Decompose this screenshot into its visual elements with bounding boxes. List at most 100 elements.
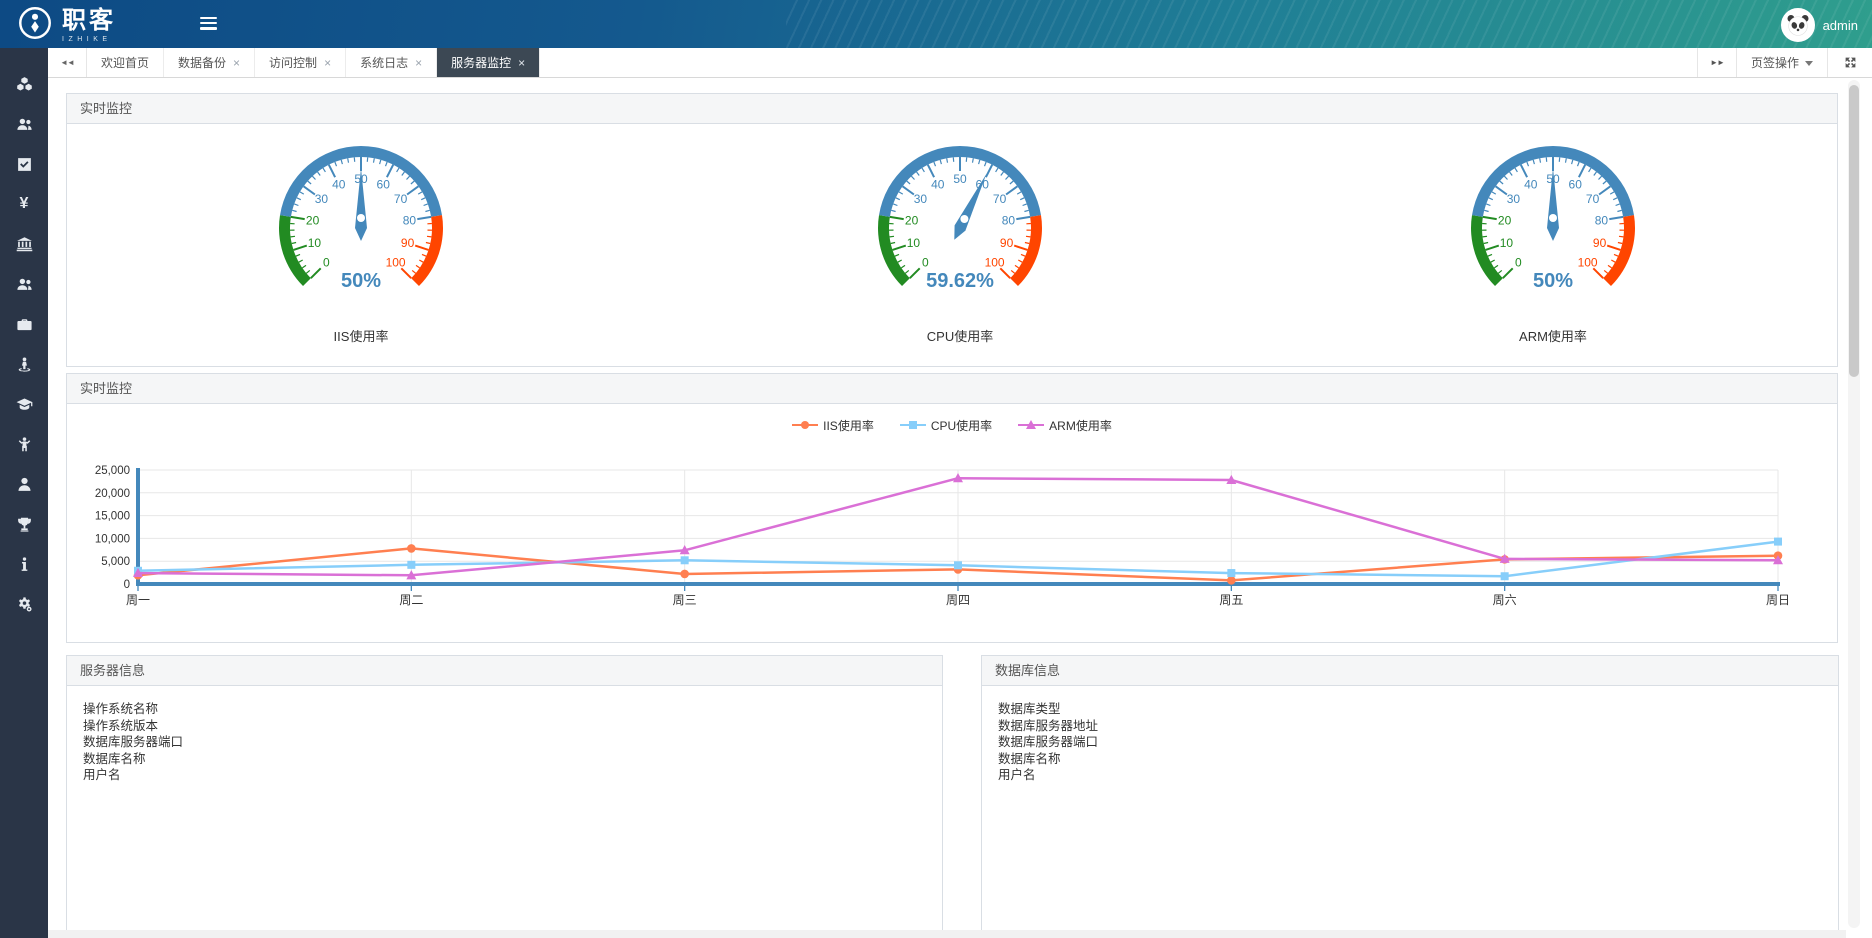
close-tab-icon[interactable]: ×	[518, 57, 525, 69]
sidebar-item-1[interactable]	[0, 104, 48, 144]
sidebar-item-13[interactable]	[0, 584, 48, 624]
tab-actions-label: 页签操作	[1751, 54, 1799, 71]
svg-text:20,000: 20,000	[95, 488, 130, 500]
sidebar-item-11[interactable]	[0, 504, 48, 544]
trophy-icon	[16, 516, 33, 533]
panel-title: 服务器信息	[67, 656, 942, 686]
panel-title: 实时监控	[67, 94, 1837, 124]
circle-marker-icon	[801, 421, 809, 429]
tab-actions-dropdown[interactable]: 页签操作	[1736, 48, 1827, 77]
legend-item-0[interactable]: IIS使用率	[792, 417, 874, 434]
tab-2[interactable]: 访问控制×	[255, 48, 346, 77]
sidebar-item-2[interactable]	[0, 144, 48, 184]
triangle-marker-icon	[1026, 420, 1036, 429]
check-square-icon	[16, 156, 33, 173]
svg-text:40: 40	[931, 177, 945, 191]
legend-item-2[interactable]: ARM使用率	[1018, 417, 1112, 434]
tab-4[interactable]: 服务器监控 ×	[437, 48, 540, 77]
svg-text:25,000: 25,000	[95, 465, 130, 477]
close-tab-icon[interactable]: ×	[415, 57, 422, 69]
server-info-field-2: 数据库服务器端口	[83, 734, 926, 751]
svg-text:100: 100	[985, 256, 1005, 270]
sidebar: ¥	[0, 48, 48, 938]
svg-text:周一: 周一	[126, 593, 150, 607]
sidebar-item-3[interactable]: ¥	[0, 184, 48, 224]
database-info-list: 数据库类型数据库服务器地址数据库服务器端口数据库名称用户名	[982, 686, 1838, 799]
users-icon	[16, 116, 33, 133]
database-info-field-0: 数据库类型	[998, 701, 1822, 718]
sidebar-toggle-button[interactable]	[200, 14, 222, 34]
panel-title: 实时监控	[67, 374, 1837, 404]
panel-realtime-gauges: 实时监控 010203040506070809010050%IIS使用率0102…	[66, 93, 1838, 367]
svg-text:周日: 周日	[1766, 593, 1790, 607]
svg-text:90: 90	[1593, 236, 1607, 250]
expand-arrows-icon	[1844, 56, 1857, 69]
server-info-field-1: 操作系统版本	[83, 718, 926, 735]
vertical-scrollbar-thumb[interactable]	[1849, 85, 1859, 377]
sidebar-item-5[interactable]	[0, 264, 48, 304]
vertical-scrollbar[interactable]	[1848, 80, 1860, 928]
cogs-icon	[16, 596, 33, 613]
panel-server-info: 服务器信息 操作系统名称操作系统版本数据库服务器端口数据库名称用户名	[66, 655, 943, 933]
svg-text:10,000: 10,000	[95, 533, 130, 545]
tab-label: 服务器监控	[451, 54, 511, 71]
gauge-title: ARM使用率	[1393, 326, 1713, 345]
tab-label: 欢迎首页	[101, 54, 149, 71]
sidebar-item-8[interactable]	[0, 384, 48, 424]
tab-1[interactable]: 数据备份×	[164, 48, 255, 77]
close-tab-icon[interactable]: ×	[233, 57, 240, 69]
sidebar-item-4[interactable]	[0, 224, 48, 264]
server-info-field-3: 数据库名称	[83, 751, 926, 768]
gauge-chart: 010203040506070809010059.62%	[850, 136, 1070, 302]
panel-database-info: 数据库信息 数据库类型数据库服务器地址数据库服务器端口数据库名称用户名	[981, 655, 1839, 933]
svg-text:40: 40	[332, 177, 346, 191]
svg-text:70: 70	[1586, 192, 1600, 206]
sidebar-item-6[interactable]	[0, 304, 48, 344]
svg-text:周二: 周二	[399, 593, 423, 607]
database-info-field-1: 数据库服务器地址	[998, 718, 1822, 735]
horizontal-scrollbar[interactable]	[48, 930, 1846, 938]
svg-text:0: 0	[323, 256, 330, 270]
sidebar-item-7[interactable]	[0, 344, 48, 384]
tabs-scroll-right-button[interactable]: ►►	[1697, 48, 1736, 77]
tabs-scroll-left-button[interactable]: ◄◄	[48, 48, 87, 77]
panel-realtime-chart: 实时监控 IIS使用率CPU使用率ARM使用率 05,00010,00015,0…	[66, 373, 1838, 643]
logo-subtitle: IZHIKE	[62, 36, 116, 43]
database-info-field-2: 数据库服务器端口	[998, 734, 1822, 751]
svg-text:20: 20	[905, 213, 919, 227]
database-info-field-3: 数据库名称	[998, 751, 1822, 768]
svg-text:30: 30	[315, 192, 329, 206]
sidebar-item-0[interactable]	[0, 64, 48, 104]
chevron-down-icon	[1805, 61, 1813, 66]
sidebar-item-9[interactable]	[0, 424, 48, 464]
svg-text:10: 10	[308, 236, 322, 250]
sidebar-item-10[interactable]	[0, 464, 48, 504]
svg-text:90: 90	[1000, 236, 1014, 250]
gauge-title: CPU使用率	[800, 326, 1120, 345]
svg-text:周六: 周六	[1493, 593, 1517, 607]
close-tab-icon[interactable]: ×	[324, 57, 331, 69]
gauge-value: 59.62%	[926, 270, 994, 292]
svg-text:15,000: 15,000	[95, 511, 130, 523]
svg-text:60: 60	[1569, 177, 1583, 191]
fullscreen-button[interactable]	[1827, 48, 1872, 77]
database-info-field-4: 用户名	[998, 767, 1822, 784]
user-menu[interactable]: admin	[1781, 8, 1858, 42]
users-icon	[16, 276, 33, 293]
briefcase-icon	[16, 316, 33, 333]
gauge-1: 010203040506070809010059.62%CPU使用率	[800, 136, 1120, 345]
navbar-stripes-decoration	[786, 0, 1872, 48]
panel-title: 数据库信息	[982, 656, 1838, 686]
sidebar-item-12[interactable]	[0, 544, 48, 584]
svg-text:周五: 周五	[1219, 593, 1243, 607]
gauge-value: 50%	[341, 270, 381, 292]
svg-text:周四: 周四	[946, 593, 970, 607]
svg-text:90: 90	[401, 236, 415, 250]
legend-item-1[interactable]: CPU使用率	[900, 417, 992, 434]
tab-0[interactable]: 欢迎首页	[87, 48, 164, 77]
svg-text:20: 20	[1498, 213, 1512, 227]
info-icon	[16, 556, 33, 573]
legend-label: CPU使用率	[931, 417, 992, 434]
tab-3[interactable]: 系统日志×	[346, 48, 437, 77]
svg-text:10: 10	[1500, 236, 1514, 250]
